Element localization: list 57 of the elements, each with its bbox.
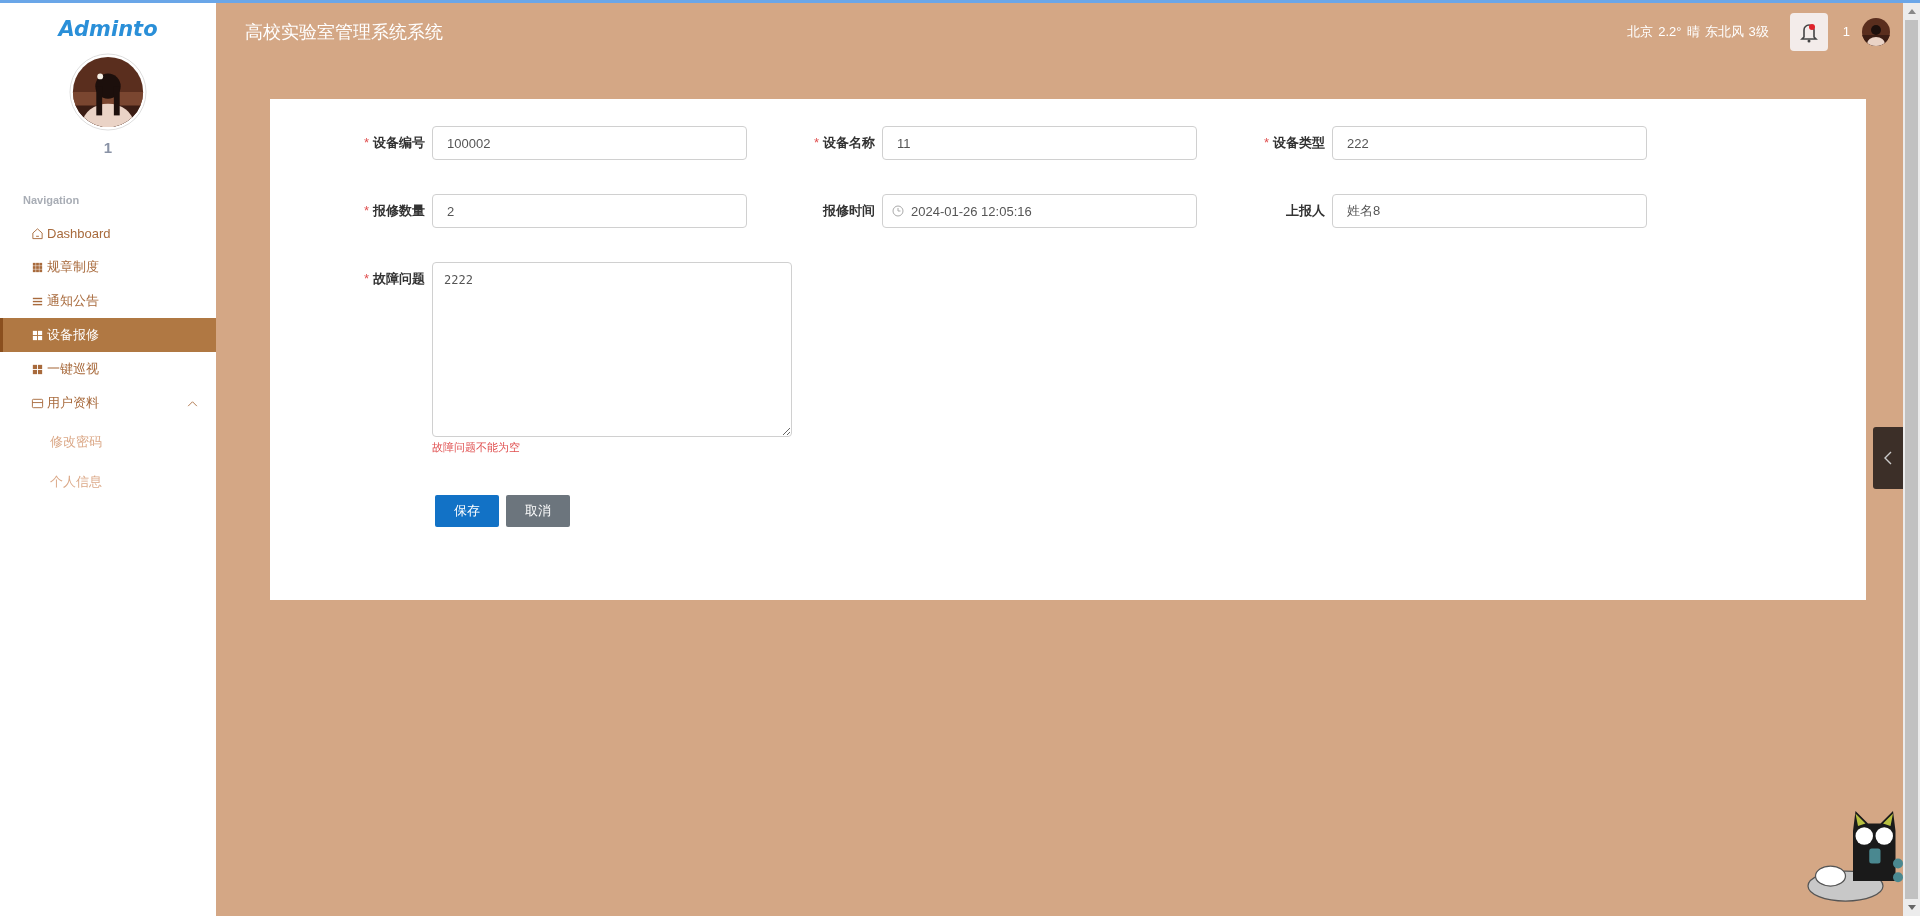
home-icon <box>31 226 44 240</box>
sidebar-item[interactable]: 通知公告 <box>0 284 216 318</box>
nav-label: Dashboard <box>47 225 112 241</box>
section-heading: Navigation <box>23 194 81 206</box>
required-mark: * <box>1263 135 1269 151</box>
grid-icon <box>31 260 44 274</box>
tiles-icon <box>31 362 44 376</box>
field-label: 设备名称 <box>823 135 875 151</box>
weather-text: 北京 <box>1627 22 1654 41</box>
field-label: 报修数量 <box>373 203 425 219</box>
text-area[interactable]: 2222 <box>432 262 792 437</box>
field-label: 设备编号 <box>373 135 425 151</box>
logo: Adminto <box>58 17 158 41</box>
sidebar-item[interactable]: Dashboard <box>0 216 216 250</box>
date-time-field[interactable]: 2024-01-26 12:05:16 <box>882 194 1197 228</box>
nav-label: 规章制度 <box>47 258 100 276</box>
nav-label: 设备报修 <box>47 326 100 344</box>
input-field[interactable]: 100002 <box>432 126 747 160</box>
tiles-icon <box>31 328 44 342</box>
sidebar-item[interactable]: 用户资料 <box>0 386 216 420</box>
weather-text: 晴 <box>1686 22 1700 41</box>
chevron-left-icon <box>1884 451 1892 465</box>
input-field[interactable]: 姓名8 <box>1332 194 1647 228</box>
clock-icon <box>892 205 904 217</box>
field-label: 上报人 <box>1286 203 1325 219</box>
cancel-button[interactable]: 取消 <box>506 495 570 527</box>
scroll-up-icon <box>1907 9 1916 14</box>
card-icon <box>31 396 44 410</box>
required-mark: * <box>363 271 369 287</box>
weather-text: 东北风 <box>1704 22 1744 41</box>
sidebar-item[interactable]: 设备报修 <box>0 318 216 352</box>
panel-toggle[interactable] <box>1873 427 1903 489</box>
app-title: 高校实验室管理系统系统 <box>245 19 443 44</box>
required-mark: * <box>363 203 369 219</box>
input-field[interactable]: 222 <box>1332 126 1647 160</box>
input-field[interactable]: 2 <box>432 194 747 228</box>
scrollbar[interactable] <box>1903 3 1920 916</box>
notification-button[interactable] <box>1789 12 1828 51</box>
sidebar-item[interactable]: 规章制度 <box>0 250 216 284</box>
input-field[interactable]: 11 <box>882 126 1197 160</box>
nav-label: 用户资料 <box>47 394 100 412</box>
nav-label: 通知公告 <box>47 292 100 310</box>
required-mark: * <box>363 135 369 151</box>
error-message: 故障问题不能为空 <box>432 440 521 455</box>
user-name: 1 <box>103 139 113 156</box>
field-label: 报修时间 <box>823 203 875 219</box>
nav-label: 一键巡视 <box>47 360 100 378</box>
weather-text: 3级 <box>1748 22 1769 41</box>
required-mark: * <box>813 135 819 151</box>
sidebar-item[interactable]: 一键巡视 <box>0 352 216 386</box>
field-label: 故障问题 <box>373 271 425 287</box>
scroll-down-icon <box>1907 905 1916 910</box>
field-label: 设备类型 <box>1273 135 1325 151</box>
scrollbar-thumb[interactable] <box>1905 20 1918 899</box>
weather-text: 2.2° <box>1658 24 1682 39</box>
user-name: 1 <box>1842 24 1850 39</box>
save-button[interactable]: 保存 <box>435 495 499 527</box>
